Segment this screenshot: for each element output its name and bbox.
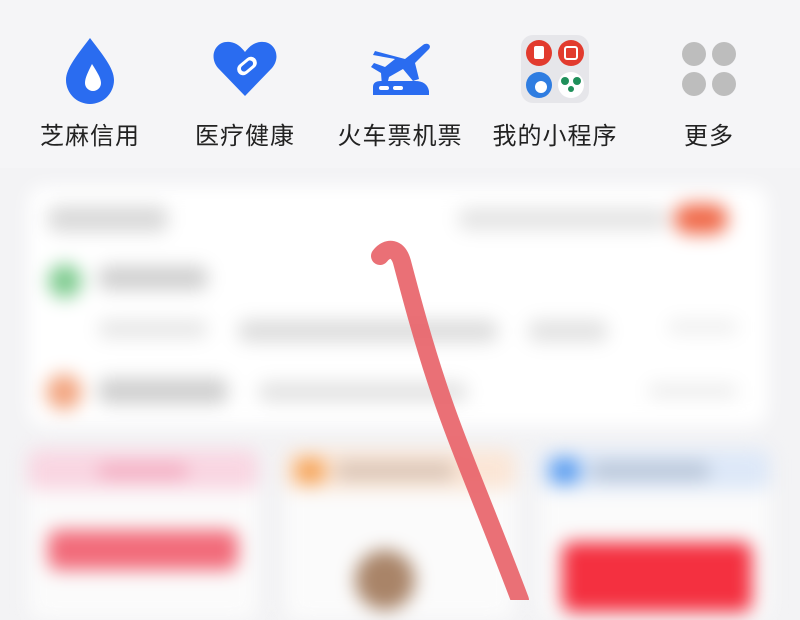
quick-entry-label: 芝麻信用	[40, 122, 140, 150]
quick-entry-health[interactable]: 医疗健康	[170, 34, 320, 154]
sesame-credit-drop-icon	[55, 34, 125, 104]
mini-program-grid-icon	[520, 34, 590, 104]
quick-entry-sesame-credit[interactable]: 芝麻信用	[15, 34, 165, 154]
quick-entry-label: 更多	[684, 122, 734, 150]
quick-entry-mini-programs[interactable]: 我的小程序	[480, 34, 630, 154]
health-heart-icon	[210, 34, 280, 104]
more-grid-icon	[674, 34, 744, 104]
quick-entry-more[interactable]: 更多	[634, 34, 784, 154]
blurred-card	[285, 450, 515, 620]
quick-entry-label: 医疗健康	[195, 122, 295, 150]
quick-entry-bar: 芝麻信用 医疗健康 火车票机票 我的小程序 更多	[0, 0, 800, 168]
train-plane-ticket-icon	[365, 34, 435, 104]
quick-entry-train-plane[interactable]: 火车票机票	[325, 34, 475, 154]
blurred-card	[28, 450, 258, 620]
quick-entry-label: 火车票机票	[337, 122, 463, 150]
quick-entry-label: 我的小程序	[492, 122, 618, 150]
blurred-card	[28, 186, 768, 426]
blurred-card	[540, 450, 770, 620]
blurred-content-area	[0, 168, 800, 620]
